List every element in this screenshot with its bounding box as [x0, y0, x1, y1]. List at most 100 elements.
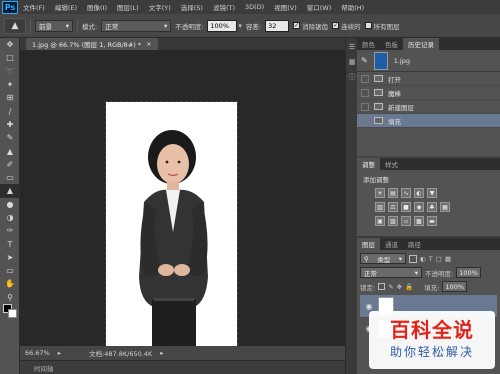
- dodge-tool-icon[interactable]: ◑: [0, 211, 20, 224]
- lock-transparent-icon[interactable]: [378, 283, 386, 290]
- path-selection-tool-icon[interactable]: ➤: [0, 251, 20, 264]
- filter-smart-object-icon[interactable]: ▦: [445, 255, 451, 263]
- gradient-map-icon[interactable]: ▬: [427, 216, 437, 226]
- filter-shape-icon[interactable]: □: [436, 255, 442, 263]
- black-white-icon[interactable]: ■: [401, 202, 411, 212]
- tool-preset-picker[interactable]: ▲: [4, 17, 26, 34]
- menu-help[interactable]: 帮助(H): [336, 2, 369, 12]
- tab-paths[interactable]: 路径: [403, 238, 426, 250]
- move-tool-icon[interactable]: ✥: [0, 38, 20, 51]
- menu-edit[interactable]: 编辑(E): [50, 2, 82, 12]
- tab-history[interactable]: 历史记录: [403, 38, 439, 50]
- zoom-level[interactable]: 66.67%: [25, 349, 50, 357]
- history-item-open[interactable]: 打开: [357, 72, 500, 86]
- eyedropper-tool-icon[interactable]: ∕: [0, 104, 20, 117]
- lock-position-icon[interactable]: ✥: [397, 283, 402, 291]
- history-brush-tool-icon[interactable]: ✐: [0, 158, 20, 171]
- chevron-down-icon: ▾: [414, 268, 418, 277]
- tolerance-input[interactable]: 32: [265, 19, 290, 32]
- history-source-box[interactable]: [361, 88, 369, 97]
- color-swatches-icon[interactable]: [0, 303, 20, 318]
- expand-icon[interactable]: ▸: [160, 349, 163, 357]
- color-balance-icon[interactable]: ⚖: [388, 202, 398, 212]
- lock-image-icon[interactable]: ✎: [388, 283, 393, 291]
- crop-tool-icon[interactable]: ⊞: [0, 91, 20, 104]
- type-tool-icon[interactable]: T: [0, 237, 20, 250]
- color-lookup-icon[interactable]: ▦: [440, 202, 450, 212]
- tab-color[interactable]: 颜色: [357, 38, 380, 50]
- all-layers-checkbox[interactable]: 所有图层: [364, 21, 400, 31]
- antialias-checkbox[interactable]: ✓ 消除锯齿: [293, 21, 328, 31]
- levels-icon[interactable]: ▤: [388, 188, 398, 198]
- menu-select[interactable]: 选择(S): [176, 2, 208, 12]
- brush-tool-icon[interactable]: ✎: [0, 131, 20, 144]
- document-tab[interactable]: 1.jpg @ 66.7% (图层 1, RGB/8#) * ×: [26, 38, 158, 50]
- history-snapshot[interactable]: ✎ 1.jpg: [357, 50, 500, 72]
- hand-tool-icon[interactable]: ✋: [0, 277, 20, 290]
- marquee-tool-icon[interactable]: □: [0, 51, 20, 64]
- filter-pixel-icon[interactable]: [409, 254, 417, 263]
- history-source-box[interactable]: [361, 116, 369, 125]
- mode-select[interactable]: 正常 ▾: [101, 19, 172, 32]
- healing-brush-tool-icon[interactable]: ✚: [0, 118, 20, 131]
- lock-all-icon[interactable]: 🔒: [405, 283, 413, 291]
- brush-source-icon[interactable]: ✎: [361, 56, 368, 65]
- vibrance-icon[interactable]: ▼: [427, 188, 437, 198]
- history-item-fill[interactable]: 填充: [357, 114, 500, 128]
- brightness-icon[interactable]: ☀: [375, 188, 385, 198]
- history-item-magic-wand[interactable]: 魔棒: [357, 86, 500, 100]
- clone-stamp-tool-icon[interactable]: ▲: [0, 144, 20, 157]
- canvas-area[interactable]: [20, 50, 345, 350]
- close-icon[interactable]: ×: [146, 40, 151, 48]
- menu-image[interactable]: 图像(I): [82, 2, 112, 12]
- exposure-icon[interactable]: ◐: [414, 188, 424, 198]
- divider: [30, 17, 31, 34]
- eye-icon[interactable]: ◉: [364, 301, 374, 311]
- tab-channels[interactable]: 通道: [380, 238, 403, 250]
- curves-icon[interactable]: ∿: [401, 188, 411, 198]
- chevron-down-icon: ▾: [65, 21, 69, 30]
- pen-tool-icon[interactable]: ✑: [0, 224, 20, 237]
- fill-input[interactable]: 100%: [442, 281, 467, 292]
- threshold-icon[interactable]: ▫: [401, 216, 411, 226]
- contiguous-checkbox[interactable]: ✓ 连续的: [332, 21, 361, 31]
- layer-filter-select[interactable]: ⚲ 类型 ▾: [360, 253, 406, 264]
- tab-layers[interactable]: 图层: [357, 238, 380, 250]
- tab-swatches[interactable]: 色板: [380, 38, 403, 50]
- menu-file[interactable]: 文件(F): [18, 2, 50, 12]
- photo-filter-icon[interactable]: ◉: [414, 202, 424, 212]
- layer-opacity-input[interactable]: 100%: [456, 267, 481, 278]
- blur-tool-icon[interactable]: ●: [0, 198, 20, 211]
- eraser-tool-icon[interactable]: ▭: [0, 171, 20, 184]
- menu-3d[interactable]: 3D(D): [240, 3, 269, 11]
- quick-selection-tool-icon[interactable]: ✦: [0, 78, 20, 91]
- menu-type[interactable]: 文字(Y): [144, 2, 176, 12]
- zoom-tool-icon[interactable]: ⚲: [0, 291, 20, 304]
- photoshop-logo: Ps: [2, 0, 18, 14]
- menu-layer[interactable]: 图层(L): [112, 2, 144, 12]
- selective-color-icon[interactable]: ▩: [414, 216, 424, 226]
- lasso-tool-icon[interactable]: ➰: [0, 65, 20, 78]
- invert-icon[interactable]: ▣: [375, 216, 385, 226]
- history-source-box[interactable]: [361, 74, 369, 83]
- paint-bucket-tool-icon[interactable]: ▲: [0, 184, 20, 198]
- chevron-down-icon[interactable]: ▾: [238, 22, 242, 30]
- menu-filter[interactable]: 滤镜(T): [208, 2, 240, 12]
- posterize-icon[interactable]: ▧: [388, 216, 398, 226]
- status-menu-icon[interactable]: ▸: [58, 349, 61, 357]
- filter-type-icon[interactable]: T: [429, 255, 433, 263]
- menu-window[interactable]: 窗口(W): [302, 2, 337, 12]
- blend-mode-select[interactable]: 正常 ▾: [360, 267, 422, 278]
- history-source-box[interactable]: [361, 102, 369, 111]
- history-item-new-layer[interactable]: 新建图层: [357, 100, 500, 114]
- rectangle-tool-icon[interactable]: ▭: [0, 264, 20, 277]
- opacity-input[interactable]: 100%: [207, 19, 238, 32]
- tab-styles[interactable]: 样式: [380, 158, 403, 170]
- channel-mixer-icon[interactable]: ♣: [427, 202, 437, 212]
- menu-view[interactable]: 视图(V): [269, 2, 302, 12]
- hue-saturation-icon[interactable]: ▥: [375, 202, 385, 212]
- fill-source-select[interactable]: 前景 ▾: [35, 19, 73, 32]
- timeline-bar[interactable]: 时间轴: [20, 360, 345, 374]
- tab-adjustments[interactable]: 调整: [357, 158, 380, 170]
- filter-adjustment-icon[interactable]: ◐: [420, 255, 426, 263]
